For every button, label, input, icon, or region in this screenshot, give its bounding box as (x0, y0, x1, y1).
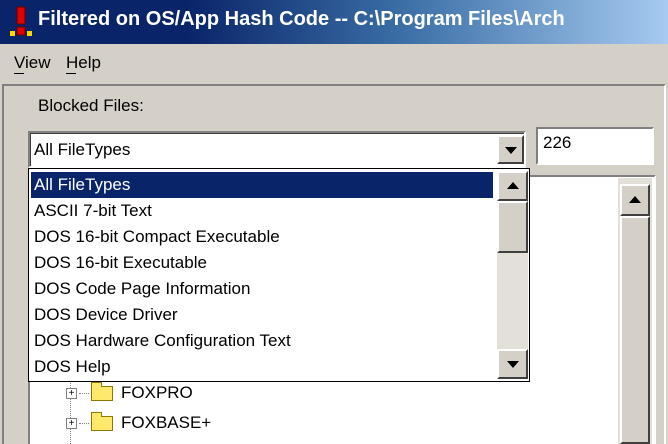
filetype-combo-value: All FileTypes (34, 140, 131, 159)
expand-icon[interactable]: + (66, 388, 77, 400)
dropdown-scroll-thumb[interactable] (497, 201, 528, 253)
dropdown-scroll-up-button[interactable] (497, 171, 528, 201)
menu-help[interactable]: Help (66, 53, 101, 73)
dropdown-scroll-down-button[interactable] (497, 349, 528, 379)
dropdown-item-all-filetypes[interactable]: All FileTypes (31, 172, 493, 198)
tree-connector (79, 423, 89, 425)
menu-help-mnemonic (66, 73, 76, 74)
tree-connector (79, 393, 89, 395)
app-icon (10, 6, 32, 36)
folder-icon (91, 412, 113, 432)
tree-node-label: FOXPRO (121, 383, 193, 402)
tree-node[interactable]: + FOXPRO (66, 382, 193, 403)
menu-help-label: Help (66, 53, 101, 72)
chevron-down-icon (504, 146, 517, 154)
arrow-up-icon (629, 196, 641, 203)
combo-dropdown-button[interactable] (497, 135, 524, 164)
dropdown-item-ascii-text[interactable]: ASCII 7-bit Text (34, 198, 152, 224)
arrow-up-icon (506, 182, 519, 189)
dropdown-item-dos-hw-config[interactable]: DOS Hardware Configuration Text (34, 328, 291, 354)
dropdown-item-dos-device-driver[interactable]: DOS Device Driver (34, 302, 178, 328)
menu-view[interactable]: View (14, 53, 51, 73)
dropdown-item-dos-code-page[interactable]: DOS Code Page Information (34, 276, 250, 302)
dropdown-item-dos-compact-exe[interactable]: DOS 16-bit Compact Executable (34, 224, 280, 250)
blocked-count-value: 226 (543, 133, 572, 152)
dropdown-item-dos-help[interactable]: DOS Help (34, 354, 111, 380)
dropdown-item-dos-exe[interactable]: DOS 16-bit Executable (34, 250, 207, 276)
menu-view-mnemonic (14, 73, 24, 74)
expand-icon[interactable]: + (66, 418, 77, 430)
folder-icon (91, 382, 113, 402)
blocked-files-label: Blocked Files: (38, 96, 144, 115)
tree-scroll-thumb[interactable] (620, 216, 650, 444)
tree-node[interactable]: + FOXBASE+ (66, 412, 212, 433)
tree-scroll-up-button[interactable] (620, 184, 650, 216)
window-title: Filtered on OS/App Hash Code -- C:\Progr… (38, 8, 565, 30)
arrow-down-icon (506, 361, 519, 368)
tree-node-label: FOXBASE+ (121, 413, 212, 432)
menu-view-label: View (14, 53, 51, 72)
